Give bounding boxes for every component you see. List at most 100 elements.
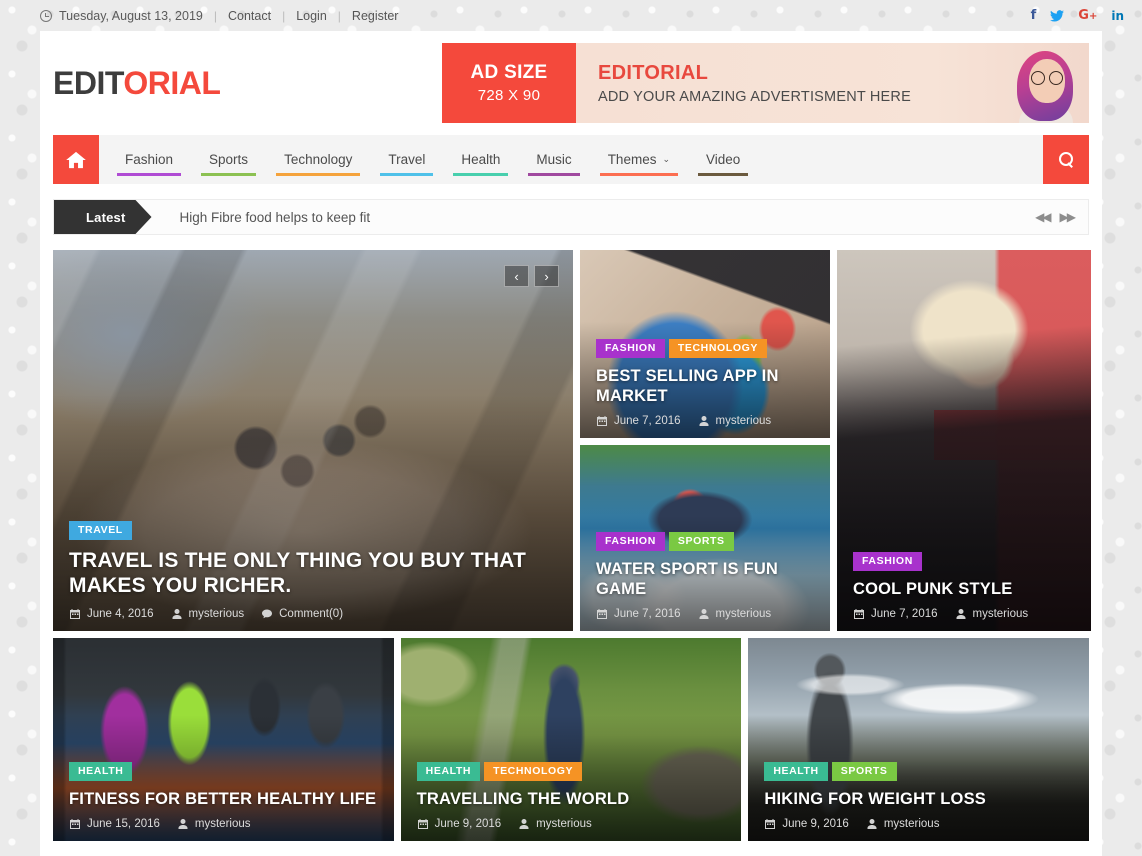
ad-tagline: ADD YOUR AMAZING ADVERTISMENT HERE — [598, 88, 911, 105]
meta-date: June 7, 2016 — [596, 415, 681, 427]
meta-author-text: mysterious — [972, 608, 1029, 620]
category-badges: HEALTH — [69, 761, 378, 781]
meta-author-text: mysterious — [188, 608, 245, 620]
article-title[interactable]: WATER SPORT IS FUN GAME — [596, 559, 814, 599]
article-title[interactable]: TRAVEL IS THE ONLY THING YOU BUY THAT MA… — [69, 548, 557, 599]
article-card-hiking[interactable]: HEALTH SPORTS HIKING FOR WEIGHT LOSS Jun… — [748, 638, 1089, 841]
category-badges: FASHION — [853, 551, 1075, 571]
google-plus-icon[interactable]: G+ — [1078, 9, 1097, 22]
category-badge[interactable]: FASHION — [853, 551, 922, 571]
calendar-icon — [417, 819, 428, 829]
top-bar-left: Tuesday, August 13, 2019 | Contact | Log… — [0, 9, 398, 23]
nav-list: Fashion Sports Technology Travel Health … — [99, 135, 758, 184]
secondary-grid: HEALTH FITNESS FOR BETTER HEALTHY LIFE J… — [53, 638, 1089, 841]
linkedin-icon[interactable]: in — [1111, 10, 1124, 22]
contact-link[interactable]: Contact — [228, 9, 271, 23]
article-overlay: FASHION TECHNOLOGY BEST SELLING APP IN M… — [580, 338, 830, 438]
article-overlay: FASHION COOL PUNK STYLE June 7, 2016 mys… — [837, 551, 1091, 631]
ad-size-label: AD SIZE — [470, 62, 548, 83]
article-title[interactable]: HIKING FOR WEIGHT LOSS — [764, 789, 1073, 809]
double-arrow-right-icon[interactable]: ▶▶ — [1060, 210, 1077, 224]
login-link[interactable]: Login — [296, 9, 327, 23]
category-badge[interactable]: TRAVEL — [69, 520, 132, 540]
nav-underline — [201, 173, 257, 176]
slider-prev-button[interactable]: ‹ — [504, 265, 529, 287]
twitter-icon[interactable] — [1050, 9, 1065, 22]
meta-date: June 4, 2016 — [69, 608, 154, 620]
category-badge[interactable]: TECHNOLOGY — [484, 761, 583, 781]
search-button[interactable] — [1043, 135, 1089, 184]
article-title[interactable]: FITNESS FOR BETTER HEALTHY LIFE — [69, 789, 378, 809]
ad-brand-label: EDITORIAL — [598, 61, 709, 84]
logo-text-accent: ORIAL — [123, 64, 221, 101]
ad-text: EDITORIAL ADD YOUR AMAZING ADVERTISMENT … — [576, 62, 911, 105]
category-badge[interactable]: HEALTH — [416, 761, 481, 781]
nav-underline — [453, 173, 509, 176]
topbar-divider: | — [337, 8, 341, 23]
ticker-headline[interactable]: High Fibre food helps to keep fit — [152, 200, 371, 234]
nav-item-video[interactable]: Video — [688, 135, 758, 184]
home-button[interactable] — [53, 135, 99, 184]
nav-label: Fashion — [125, 152, 174, 167]
nav-item-travel[interactable]: Travel — [370, 135, 443, 184]
article-title[interactable]: BEST SELLING APP IN MARKET — [596, 366, 814, 406]
nav-item-themes[interactable]: Themes ⌄ — [590, 135, 688, 184]
meta-author: mysterious — [698, 415, 772, 427]
meta-author-text: mysterious — [715, 415, 772, 427]
nav-underline — [276, 173, 361, 176]
article-card-hero[interactable]: ‹ › TRAVEL TRAVEL IS THE ONLY THING YOU … — [53, 250, 573, 631]
meta-author: mysterious — [866, 818, 939, 830]
user-icon — [956, 609, 966, 619]
article-meta: June 15, 2016 mysterious — [69, 818, 378, 830]
site-header: EDITORIAL AD SIZE 728 X 90 EDITORIAL ADD… — [40, 31, 1102, 135]
facebook-icon[interactable]: f — [1031, 9, 1037, 22]
article-card-cool-punk-style[interactable]: FASHION COOL PUNK STYLE June 7, 2016 mys… — [837, 250, 1091, 631]
category-badge[interactable]: HEALTH — [69, 761, 133, 781]
ticker-label: Latest — [54, 200, 152, 234]
page-container: EDITORIAL AD SIZE 728 X 90 EDITORIAL ADD… — [40, 31, 1102, 856]
register-link[interactable]: Register — [352, 9, 399, 23]
category-badges: TRAVEL — [69, 520, 557, 540]
category-badge[interactable]: TECHNOLOGY — [668, 338, 767, 358]
category-badge[interactable]: SPORTS — [831, 761, 897, 781]
advertisement-banner[interactable]: AD SIZE 728 X 90 EDITORIAL ADD YOUR AMAZ… — [442, 43, 1089, 123]
nav-item-technology[interactable]: Technology — [266, 135, 370, 184]
article-card-fitness[interactable]: HEALTH FITNESS FOR BETTER HEALTHY LIFE J… — [53, 638, 394, 841]
nav-underline — [117, 173, 182, 176]
article-card-travelling[interactable]: HEALTH TECHNOLOGY TRAVELLING THE WORLD J… — [400, 638, 742, 841]
nav-item-music[interactable]: Music — [518, 135, 589, 184]
nav-item-fashion[interactable]: Fashion — [107, 135, 191, 184]
article-title[interactable]: COOL PUNK STYLE — [853, 579, 1075, 599]
meta-date-text: June 4, 2016 — [87, 608, 154, 620]
meta-comments-text: Comment(0) — [279, 608, 344, 620]
article-card-water-sport[interactable]: FASHION SPORTS WATER SPORT IS FUN GAME J… — [580, 445, 830, 631]
category-badges: HEALTH TECHNOLOGY — [416, 761, 726, 781]
calendar-icon — [854, 609, 864, 619]
site-logo[interactable]: EDITORIAL — [40, 64, 221, 102]
meta-date: June 15, 2016 — [69, 818, 160, 830]
nav-underline — [599, 173, 679, 176]
double-arrow-left-icon[interactable]: ◀◀ — [1035, 210, 1052, 224]
chevron-down-icon: ⌄ — [662, 154, 671, 164]
ticker-controls: ◀◀ ▶▶ — [1035, 200, 1088, 234]
search-icon — [1058, 152, 1074, 167]
calendar-icon — [597, 609, 607, 619]
nav-underline — [380, 173, 434, 176]
slider-next-button[interactable]: › — [534, 265, 559, 287]
article-meta: June 7, 2016 mysterious — [596, 415, 814, 427]
article-title[interactable]: TRAVELLING THE WORLD — [417, 789, 726, 809]
user-icon — [699, 416, 709, 426]
article-overlay: TRAVEL TRAVEL IS THE ONLY THING YOU BUY … — [53, 520, 573, 631]
nav-item-sports[interactable]: Sports — [191, 135, 266, 184]
category-badge[interactable]: SPORTS — [668, 531, 734, 551]
category-badge[interactable]: HEALTH — [764, 761, 828, 781]
article-meta: June 9, 2016 mysterious — [764, 818, 1073, 830]
user-icon — [519, 819, 529, 829]
latest-news-ticker: Latest High Fibre food helps to keep fit… — [53, 199, 1089, 235]
meta-author-text: mysterious — [194, 818, 251, 830]
article-card-best-selling-app[interactable]: FASHION TECHNOLOGY BEST SELLING APP IN M… — [580, 250, 830, 438]
category-badge[interactable]: FASHION — [596, 338, 665, 358]
category-badge[interactable]: FASHION — [596, 531, 665, 551]
nav-item-health[interactable]: Health — [443, 135, 518, 184]
article-meta: June 7, 2016 mysterious — [853, 608, 1075, 620]
